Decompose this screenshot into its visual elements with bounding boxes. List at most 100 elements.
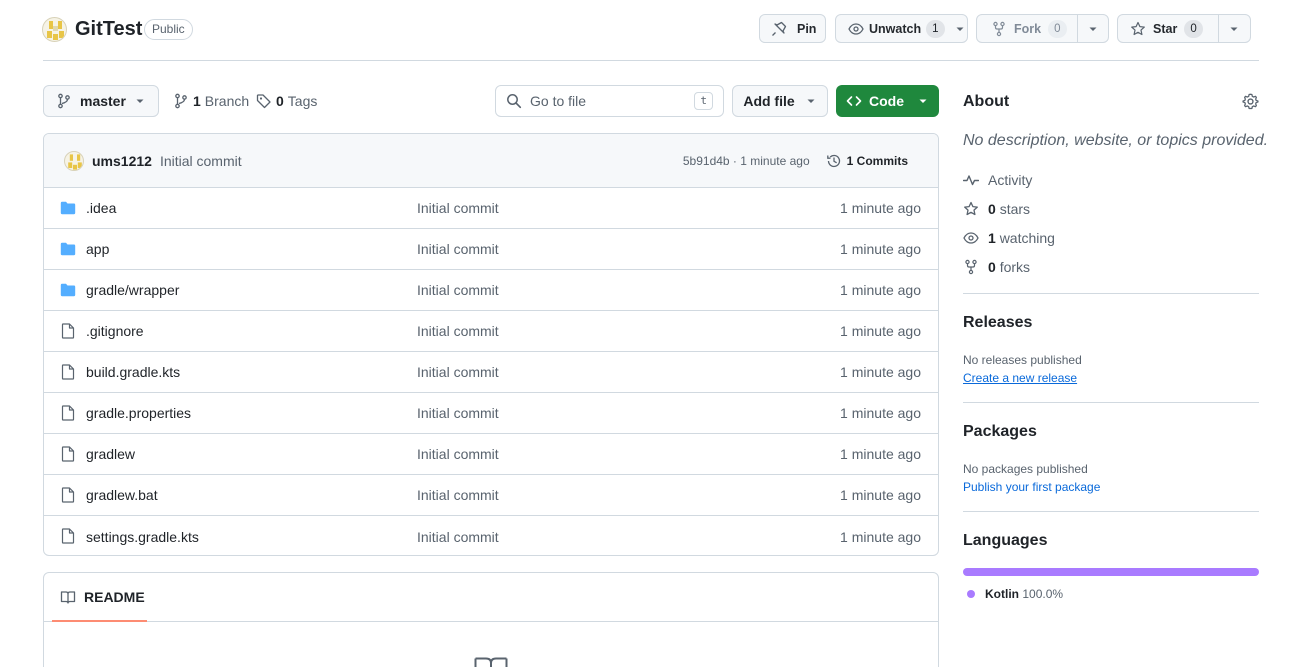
watching-link[interactable]: 1 watching [963,230,1055,246]
file-name[interactable]: settings.gradle.kts [86,529,199,545]
commits-history-link[interactable]: 1 Commits [826,153,908,169]
file-row[interactable]: gradle/wrapper Initial commit 1 minute ago [44,270,938,311]
file-commit-message[interactable]: Initial commit [417,405,499,421]
file-row[interactable]: settings.gradle.kts Initial commit 1 minut… [44,516,938,555]
add-file-button[interactable]: Add file [732,85,828,117]
forks-count: 0 [988,259,996,275]
file-row[interactable]: gradlew.bat Initial commit 1 minute ago [44,475,938,516]
file-name[interactable]: .gitignore [86,323,144,339]
file-name[interactable]: app [86,241,109,257]
go-to-file-placeholder: Go to file [530,93,587,109]
file-name[interactable]: gradlew.bat [86,487,158,503]
commit-hash-time[interactable]: 5b91d4b · 1 minute ago [683,154,810,168]
file-name[interactable]: gradle/wrapper [86,282,179,298]
chevron-down-icon [1230,27,1238,31]
file-row[interactable]: app Initial commit 1 minute ago [44,229,938,270]
file-commit-message[interactable]: Initial commit [417,323,499,339]
star-label: Star [1153,21,1178,36]
folder-icon [60,282,76,298]
star-count: 0 [1184,19,1203,38]
forks-word: forks [999,259,1031,275]
commit-message[interactable]: Initial commit [160,153,242,169]
readme-tab[interactable]: README [44,573,938,622]
sidebar-divider [963,511,1259,512]
code-button[interactable]: Code [836,85,939,117]
file-name[interactable]: .idea [86,200,116,216]
fork-button[interactable]: Fork 0 [977,15,1077,42]
stars-word: stars [999,201,1031,217]
watching-word: watching [999,230,1055,246]
activity-link[interactable]: Activity [963,172,1032,188]
commits-count-label: 1 Commits [846,153,908,168]
watch-label: Unwatch [869,21,922,36]
file-row[interactable]: gradlew Initial commit 1 minute ago [44,434,938,475]
fork-icon [993,21,1005,36]
file-commit-time: 1 minute ago [840,323,921,339]
fork-icon [965,259,977,275]
file-commit-message[interactable]: Initial commit [417,241,499,257]
create-release-link[interactable]: Create a new release [963,371,1077,385]
pulse-icon [963,175,979,186]
language-item[interactable]: Kotlin 100.0% [967,587,1063,601]
repo-name[interactable]: GitTest [75,18,142,41]
tag-icon [256,94,271,109]
chevron-down-icon [1089,27,1097,31]
file-name[interactable]: build.gradle.kts [86,364,180,380]
fork-dropdown-button[interactable] [1076,15,1109,42]
star-dropdown-button[interactable] [1217,15,1250,42]
add-file-label: Add file [743,93,795,109]
commit-author[interactable]: ums1212 [92,153,152,169]
commit-author-avatar[interactable] [64,150,84,171]
gear-icon[interactable] [1242,93,1259,110]
code-icon [846,96,862,106]
file-row[interactable]: .gitignore Initial commit 1 minute ago [44,311,938,352]
tags-link[interactable]: 0 Tags [256,93,317,109]
file-commit-time: 1 minute ago [840,364,921,380]
sidebar-divider [963,293,1259,294]
book-icon [474,657,508,667]
file-commit-message[interactable]: Initial commit [417,446,499,462]
repo-owner-avatar[interactable] [42,17,67,42]
file-commit-time: 1 minute ago [840,200,921,216]
eye-icon [848,22,864,35]
file-commit-message[interactable]: Initial commit [417,282,499,298]
file-commit-message[interactable]: Initial commit [417,529,499,545]
star-icon [1131,21,1145,35]
about-description: No description, website, or topics provi… [963,132,1269,149]
file-icon [60,528,76,544]
forks-link[interactable]: 0 forks [963,259,1030,275]
chevron-down-icon [919,99,927,103]
watch-button[interactable]: Unwatch 1 [835,14,968,43]
file-row[interactable]: build.gradle.kts Initial commit 1 minute a… [44,352,938,393]
readme-panel: README [43,572,939,667]
pin-icon [772,21,787,36]
readme-label: README [84,589,145,605]
packages-heading[interactable]: Packages [963,423,1037,441]
releases-heading[interactable]: Releases [963,314,1032,332]
book-icon [60,591,76,604]
file-commit-message[interactable]: Initial commit [417,487,499,503]
branches-link[interactable]: 1 Branch [173,93,249,109]
branch-word: Branch [204,93,250,109]
branch-selector[interactable]: master [43,85,159,117]
go-to-file-input[interactable]: Go to file t [495,85,724,117]
watching-count: 1 [988,230,996,246]
keyboard-shortcut-hint: t [694,92,713,110]
publish-package-link[interactable]: Publish your first package [963,480,1100,494]
file-commit-message[interactable]: Initial commit [417,200,499,216]
stars-link[interactable]: 0 stars [963,201,1030,217]
file-row[interactable]: .idea Initial commit 1 minute ago [44,188,938,229]
pin-label: Pin [797,21,817,36]
file-commit-time: 1 minute ago [840,528,921,545]
language-percent: 100.0% [1022,587,1064,601]
file-name[interactable]: gradle.properties [86,405,191,421]
languages-heading: Languages [963,532,1048,549]
pin-button[interactable]: Pin [759,14,826,43]
folder-icon [60,200,76,216]
file-row[interactable]: gradle.properties Initial commit 1 minute … [44,393,938,434]
file-commit-message[interactable]: Initial commit [417,364,499,380]
star-button[interactable]: Star 0 [1118,15,1218,42]
file-icon [60,405,76,421]
language-color-dot [967,590,975,598]
file-name[interactable]: gradlew [86,446,135,462]
